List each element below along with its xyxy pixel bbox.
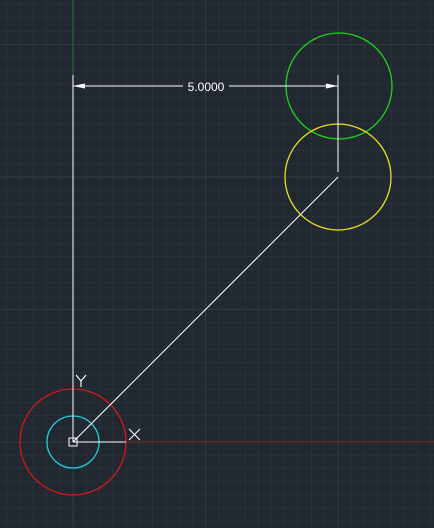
cad-drawing-viewport[interactable]: 5.0000 X Y bbox=[0, 0, 434, 528]
ucs-y-label-glyph bbox=[75, 374, 87, 387]
dimension-value[interactable]: 5.0000 bbox=[188, 80, 225, 94]
ucs-x-label-glyph bbox=[128, 428, 141, 441]
drawing-canvas[interactable]: 5.0000 X Y bbox=[0, 0, 434, 528]
